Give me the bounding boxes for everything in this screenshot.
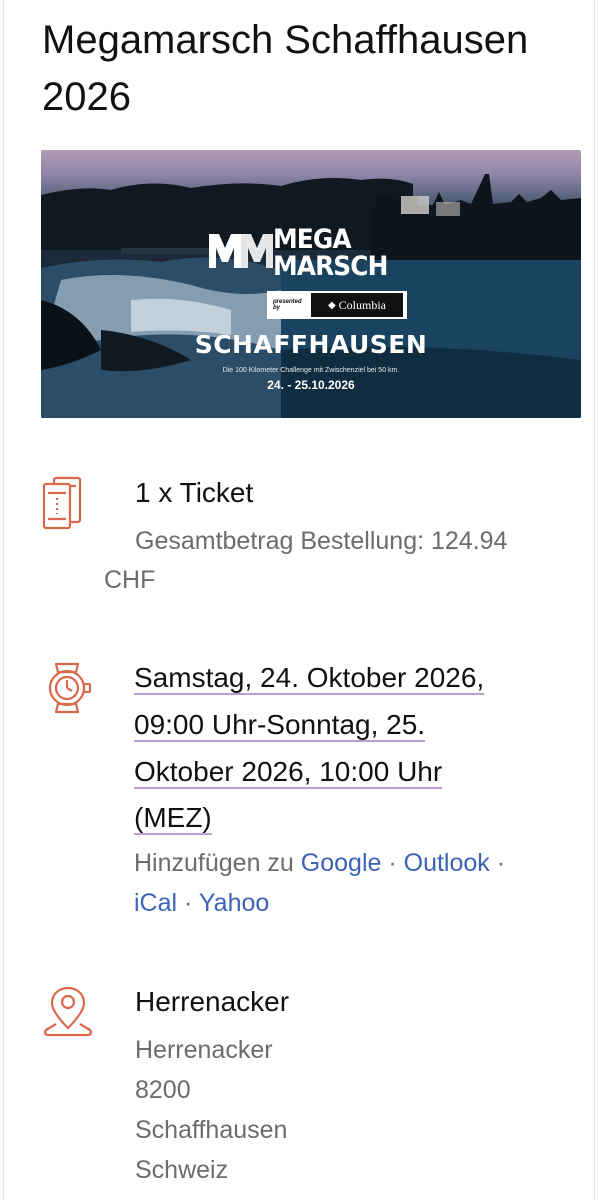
calendar-link-ical[interactable]: iCal bbox=[134, 889, 177, 917]
presented-by-label: presented by bbox=[273, 299, 302, 311]
ticket-icon bbox=[40, 474, 96, 530]
event-title-line-2: 2026 bbox=[42, 75, 131, 119]
event-title: Megamarsch Schaffhausen 2026 bbox=[42, 12, 582, 126]
sponsor-badge: presented by ◆ Columbia bbox=[267, 291, 407, 319]
calendar-separator: · bbox=[496, 849, 506, 877]
banner-dates: 24. - 25.10.2026 bbox=[267, 378, 355, 392]
banner-logo-marsch: MARSCH bbox=[273, 251, 388, 282]
calendar-link-google[interactable]: Google bbox=[301, 849, 382, 877]
order-total-line-2: CHF bbox=[104, 566, 156, 594]
frame-border-right bbox=[594, 0, 595, 1200]
calendar-separator: · bbox=[184, 889, 193, 917]
event-datetime-link-line-3[interactable]: Oktober 2026, 10:00 Uhr bbox=[134, 756, 442, 788]
venue-name: Herrenacker bbox=[135, 986, 290, 1017]
event-banner-image: MEGA MARSCH presented by ◆ Columbia SCHA… bbox=[41, 150, 581, 418]
event-datetime-link-line-2[interactable]: 09:00 Uhr-Sonntag, 25. bbox=[134, 709, 425, 741]
calendar-link-yahoo[interactable]: Yahoo bbox=[199, 889, 269, 917]
event-title-line-1: Megamarsch Schaffhausen bbox=[42, 18, 529, 62]
sponsor-diamond-icon: ◆ bbox=[327, 299, 336, 311]
frame-border-left bbox=[3, 0, 4, 1200]
address-line-1: Herrenacker bbox=[135, 1036, 273, 1064]
address-line-4: Schweiz bbox=[135, 1156, 229, 1184]
ticket-quantity: 1 x Ticket bbox=[135, 477, 254, 508]
add-to-calendar-row-1: Hinzufügen zu Google · Outlook · bbox=[134, 849, 505, 878]
order-total-line-1: Gesamtbetrag Bestellung: 124.94 bbox=[135, 527, 508, 555]
banner-city: SCHAFFHAUSEN bbox=[194, 330, 428, 359]
address-line-2: 8200 bbox=[135, 1076, 191, 1104]
add-to-calendar-label: Hinzufügen zu bbox=[134, 849, 294, 877]
event-datetime-link-line-4[interactable]: (MEZ) bbox=[134, 802, 212, 834]
event-datetime-link-line-1[interactable]: Samstag, 24. Oktober 2026, bbox=[134, 662, 484, 694]
add-to-calendar-row-2: iCal · Yahoo bbox=[134, 889, 269, 918]
banner-tagline: Die 100 Kilometer Challenge mit Zwischen… bbox=[222, 367, 400, 374]
calendar-link-outlook[interactable]: Outlook bbox=[404, 849, 490, 877]
location-pin-icon bbox=[40, 984, 94, 1040]
calendar-separator: · bbox=[388, 849, 397, 877]
sponsor-logo: ◆ Columbia bbox=[311, 293, 403, 317]
sponsor-name: Columbia bbox=[338, 297, 387, 312]
watch-icon bbox=[40, 660, 98, 716]
banner-logo-mega: MEGA bbox=[273, 224, 352, 255]
address-line-3: Schaffhausen bbox=[135, 1116, 288, 1144]
